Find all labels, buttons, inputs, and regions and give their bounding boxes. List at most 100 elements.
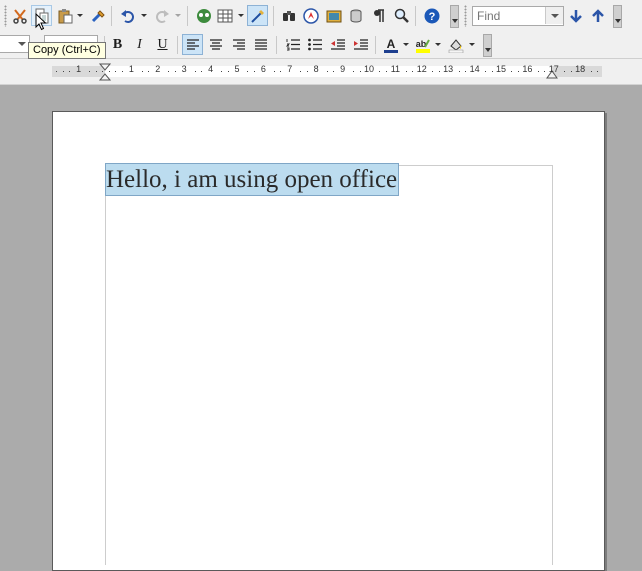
- italic-button[interactable]: I: [129, 34, 150, 55]
- toolbar-grip[interactable]: [4, 5, 7, 27]
- data-sources-icon[interactable]: [345, 5, 366, 26]
- paste-dropdown[interactable]: [76, 5, 83, 26]
- ruler-tick: [492, 71, 493, 72]
- ruler-number: 4: [208, 64, 214, 74]
- background-color-icon[interactable]: [445, 34, 466, 55]
- ruler-number: 1: [76, 64, 82, 74]
- justify-icon[interactable]: [250, 34, 271, 55]
- undo-dropdown[interactable]: [140, 5, 147, 26]
- ruler-number: 10: [363, 64, 375, 74]
- ruler-tick: [96, 71, 97, 72]
- clone-formatting-icon[interactable]: [87, 5, 108, 26]
- ruler-tick: [597, 71, 598, 72]
- toolbar-overflow-button[interactable]: [450, 5, 459, 28]
- find-next-icon[interactable]: [565, 5, 586, 26]
- ruler-number: 2: [155, 64, 161, 74]
- left-indent-marker-icon[interactable]: [99, 63, 111, 81]
- ruler-tick: [439, 71, 440, 72]
- ruler-tick: [221, 71, 222, 72]
- ruler-number: 18: [575, 64, 586, 74]
- ruler-number: 14: [469, 64, 480, 74]
- zoom-icon[interactable]: [391, 5, 412, 26]
- table-icon[interactable]: [214, 5, 235, 26]
- ruler-tick: [564, 71, 565, 72]
- ruler-number: 9: [340, 64, 346, 74]
- ruler-number: 8: [313, 64, 319, 74]
- ruler-tick: [333, 71, 334, 72]
- formatting-marks-icon[interactable]: [368, 5, 389, 26]
- ruler-number: 5: [234, 64, 240, 74]
- draw-functions-icon[interactable]: [247, 5, 268, 26]
- redo-dropdown[interactable]: [174, 5, 181, 26]
- increase-indent-icon[interactable]: [350, 34, 371, 55]
- underline-button[interactable]: U: [152, 34, 173, 55]
- ruler-tick: [307, 71, 308, 72]
- highlighting-icon[interactable]: ab: [412, 34, 433, 55]
- find-toolbar-overflow-button[interactable]: [613, 5, 622, 28]
- ruler-tick: [379, 71, 380, 72]
- gallery-icon[interactable]: [323, 5, 344, 26]
- ruler-tick: [518, 71, 519, 72]
- find-dropdown[interactable]: [545, 7, 563, 24]
- ruler-tick: [432, 71, 433, 72]
- help-icon[interactable]: ?: [421, 5, 442, 26]
- ruler-number: 11: [390, 64, 401, 74]
- numbered-list-icon[interactable]: [282, 34, 303, 55]
- table-dropdown[interactable]: [237, 5, 244, 26]
- ruler-tick: [63, 71, 64, 72]
- ruler-tick: [591, 71, 592, 72]
- bullet-list-icon[interactable]: [304, 34, 325, 55]
- standard-toolbar: ?: [0, 0, 642, 33]
- redo-icon[interactable]: [151, 5, 172, 26]
- find-previous-icon[interactable]: [587, 5, 608, 26]
- svg-text:A: A: [386, 37, 395, 51]
- ruler-tick: [300, 71, 301, 72]
- compass-icon[interactable]: [300, 5, 321, 26]
- align-left-icon[interactable]: [182, 34, 203, 55]
- ruler-tick: [360, 71, 361, 72]
- tooltip: Copy (Ctrl+C): [28, 42, 106, 59]
- ruler-number: 17: [548, 64, 559, 74]
- formatting-overflow-button[interactable]: [483, 34, 492, 57]
- ruler-tick: [406, 71, 407, 72]
- font-color-icon[interactable]: A: [380, 34, 401, 55]
- background-color-dropdown[interactable]: [468, 34, 475, 55]
- paste-icon[interactable]: [54, 5, 75, 26]
- decrease-indent-icon[interactable]: [327, 34, 348, 55]
- ruler-tick: [175, 71, 176, 72]
- ruler-number: 16: [522, 64, 533, 74]
- font-color-dropdown[interactable]: [402, 34, 409, 55]
- cut-icon[interactable]: [9, 5, 30, 26]
- ruler-tick: [148, 71, 149, 72]
- ruler-number: 15: [495, 64, 507, 74]
- svg-text:ab: ab: [415, 39, 426, 49]
- undo-icon[interactable]: [117, 5, 138, 26]
- ruler-number: 13: [443, 64, 454, 74]
- align-right-icon[interactable]: [228, 34, 249, 55]
- ruler-tick: [115, 71, 116, 72]
- ruler-tick: [353, 71, 354, 72]
- bold-button[interactable]: B: [107, 34, 128, 55]
- ruler-number: 6: [260, 64, 266, 74]
- find-replace-icon[interactable]: [278, 5, 299, 26]
- ruler-tick: [109, 71, 110, 72]
- paragraph-style-combo[interactable]: [0, 35, 30, 53]
- find-toolbar-grip[interactable]: [464, 5, 467, 27]
- ruler-tick: [538, 71, 539, 72]
- ruler-tick: [544, 71, 545, 72]
- ruler-tick: [247, 71, 248, 72]
- ruler-tick: [327, 71, 328, 72]
- ruler-tick: [511, 71, 512, 72]
- ruler-tick: [465, 71, 466, 72]
- ruler-tick: [459, 71, 460, 72]
- align-center-icon[interactable]: [205, 34, 226, 55]
- ruler-tick: [201, 71, 202, 72]
- highlighting-dropdown[interactable]: [434, 34, 441, 55]
- horizontal-ruler[interactable]: 1 1 2 3 4 5 6 7 8 9 10 11 12 13 14 15 16 17 18: [0, 59, 642, 85]
- ruler-number: 7: [287, 64, 293, 74]
- ruler-tick: [254, 71, 255, 72]
- document-text[interactable]: Hello, i am using open office: [104, 163, 400, 196]
- text-boundary: [105, 165, 553, 565]
- navigator-icon[interactable]: [193, 5, 214, 26]
- ruler-tick: [122, 71, 123, 72]
